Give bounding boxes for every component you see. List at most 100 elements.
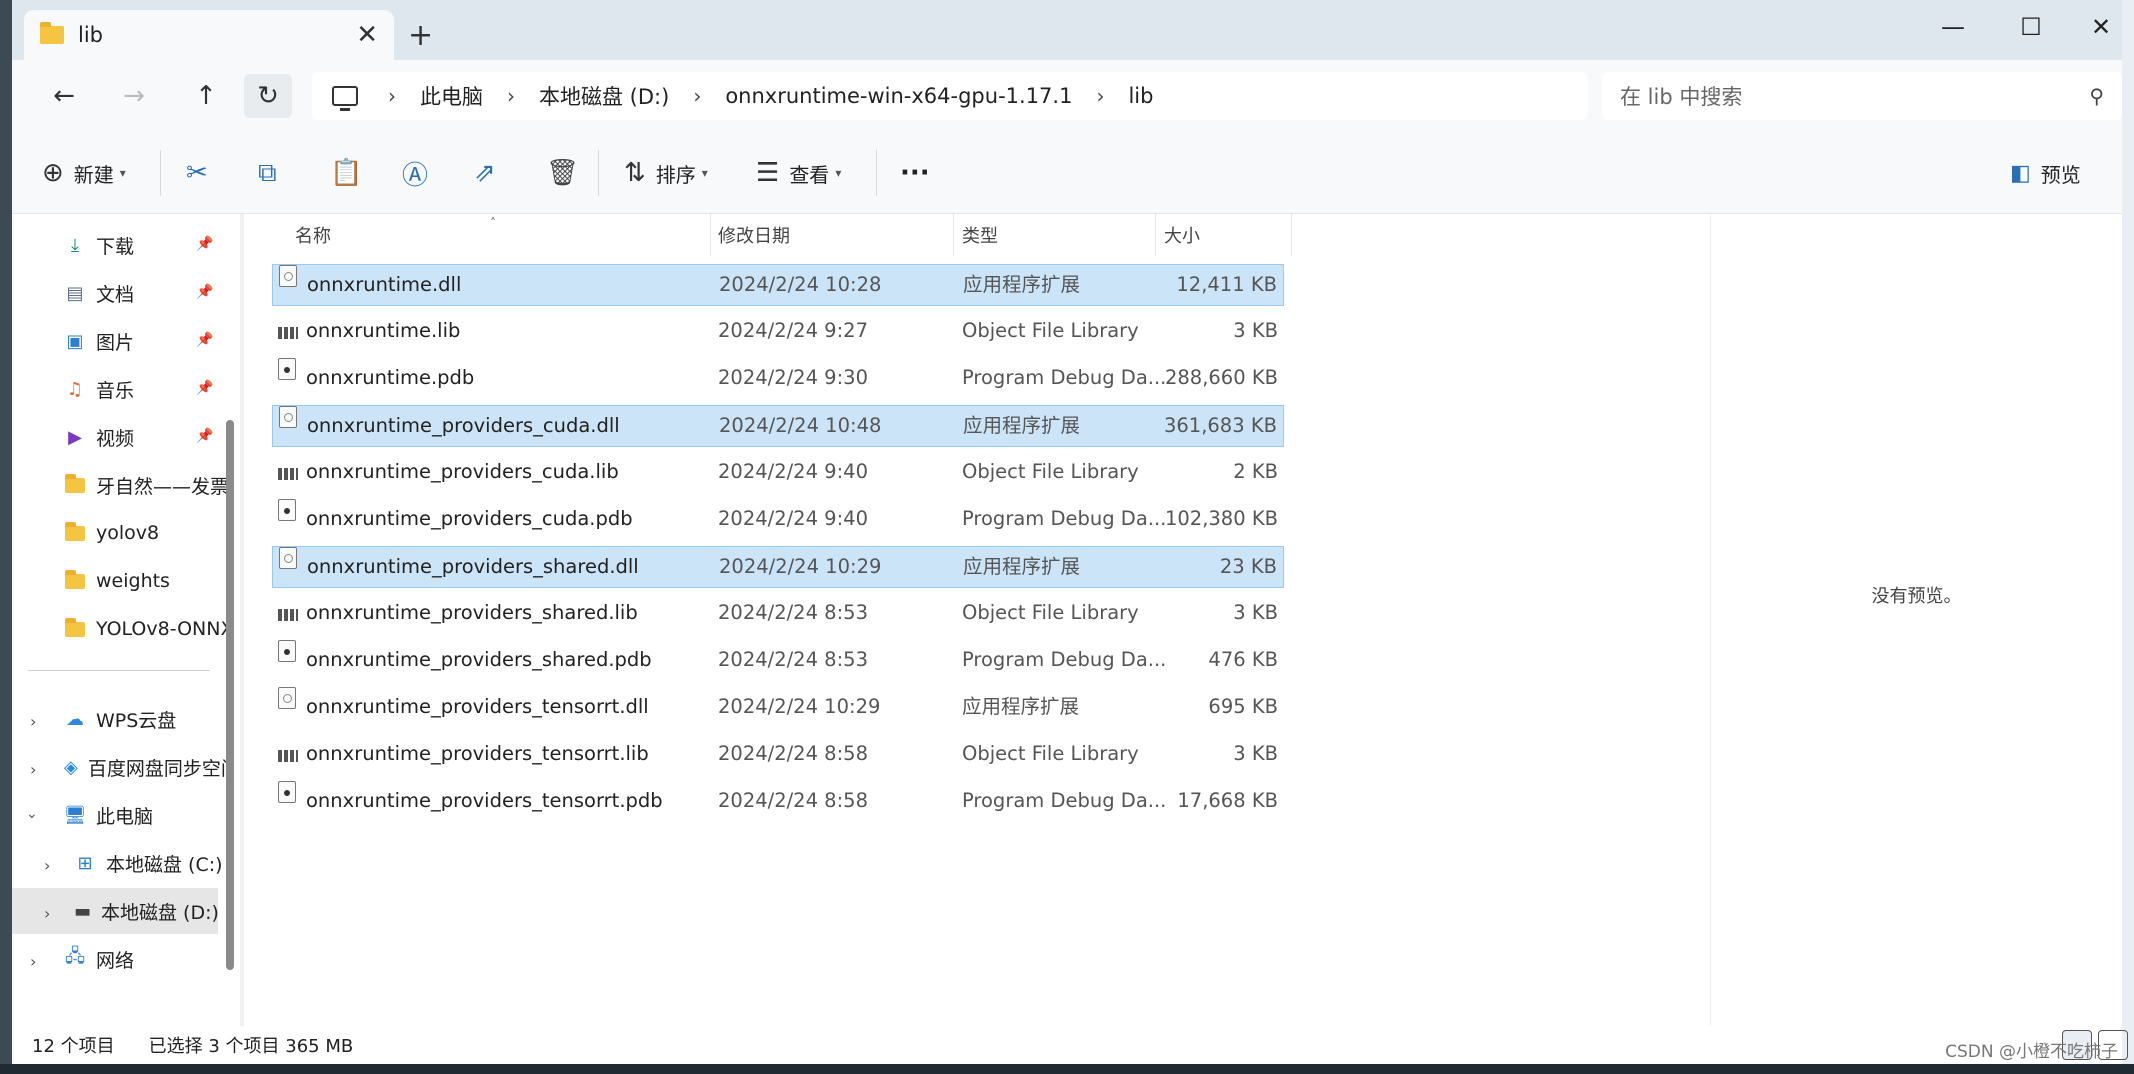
address-bar[interactable]: › 此电脑 › 本地磁盘 (D:) › onnxruntime-win-x64-…	[312, 72, 1588, 120]
chevron-right-icon[interactable]: ›	[44, 904, 50, 923]
file-size: 2 KB	[1233, 460, 1278, 483]
selection-summary: 已选择 3 个项目 365 MB	[148, 1036, 354, 1057]
file-explorer-window: lib ✕ + — ☐ ✕ ← → ↑ ↻ › 此电脑 › 本地磁盘 (D:) …	[0, 0, 2134, 1074]
cut-button[interactable]: ✂	[186, 152, 208, 194]
file-row[interactable]: onnxruntime_providers_cuda.dll 2024/2/24 …	[272, 405, 1284, 447]
minimize-button[interactable]: —	[1918, 6, 1988, 48]
sidebar-item-drive-d[interactable]: ▬ 本地磁盘 (D:)	[12, 888, 218, 934]
breadcrumb-onnxruntime[interactable]: onnxruntime-win-x64-gpu-1.17.1	[725, 84, 1072, 108]
pin-icon[interactable]: 📌	[196, 332, 234, 348]
file-row[interactable]: onnxruntime_providers_cuda.pdb 2024/2/24 …	[272, 499, 1284, 541]
column-header-date[interactable]: 修改日期	[710, 214, 954, 256]
breadcrumb-this-pc[interactable]: 此电脑	[420, 81, 483, 111]
pin-icon[interactable]: 📌	[196, 236, 234, 252]
breadcrumb-lib[interactable]: lib	[1128, 84, 1153, 108]
item-count: 12 个项目	[32, 1036, 115, 1057]
file-date: 2024/2/24 10:48	[719, 414, 882, 437]
file-row[interactable]: onnxruntime_providers_shared.lib 2024/2/2…	[272, 593, 1284, 635]
navigation-bar: ← → ↑ ↻ › 此电脑 › 本地磁盘 (D:) › onnxruntime-…	[12, 60, 2122, 132]
paste-button[interactable]: 📋	[330, 152, 362, 194]
more-options-button[interactable]: ···	[900, 152, 930, 194]
chevron-right-icon[interactable]: ›	[30, 760, 36, 779]
dll-file-icon	[279, 547, 297, 569]
sidebar-item-invoice-folder[interactable]: 牙自然——发票	[64, 462, 234, 508]
breadcrumb-chevron-icon[interactable]: ›	[1096, 84, 1104, 108]
new-button[interactable]: ⊕ 新建 ▾	[42, 152, 126, 194]
file-row[interactable]: onnxruntime_providers_cuda.lib 2024/2/24 …	[272, 452, 1284, 494]
video-icon: ▶	[68, 426, 82, 448]
refresh-button[interactable]: ↻	[244, 74, 292, 118]
back-button[interactable]: ←	[40, 74, 88, 118]
pin-icon[interactable]: 📌	[196, 284, 234, 300]
tab-lib[interactable]: lib ✕	[24, 10, 394, 60]
pdb-file-icon	[278, 781, 296, 803]
search-placeholder: 在 lib 中搜索	[1620, 85, 1743, 109]
file-row[interactable]: onnxruntime_providers_tensorrt.pdb 2024/2…	[272, 781, 1284, 823]
chevron-right-icon[interactable]: ›	[30, 952, 36, 971]
lib-file-icon	[278, 605, 298, 627]
sidebar-item-yolov8[interactable]: yolov8	[64, 510, 234, 556]
dll-file-icon	[278, 687, 296, 709]
pdb-file-icon	[278, 358, 296, 380]
column-header-size[interactable]: 大小	[1156, 214, 1292, 256]
folder-icon	[64, 617, 86, 640]
file-row[interactable]: onnxruntime_providers_tensorrt.lib 2024/2…	[272, 734, 1284, 776]
clipboard-icon: 📋	[330, 158, 363, 188]
file-date: 2024/2/24 10:29	[718, 695, 881, 718]
sort-button[interactable]: ⇅ 排序 ▾	[624, 152, 708, 194]
forward-button[interactable]: →	[110, 74, 158, 118]
file-list: 名称 ˄ 修改日期 类型 大小 onnxruntime.dll 2024/2/24…	[244, 214, 1710, 1026]
chevron-down-icon: ▾	[119, 166, 126, 180]
delete-button[interactable]: 🗑	[546, 152, 579, 194]
file-date: 2024/2/24 8:53	[718, 601, 868, 624]
file-row[interactable]: onnxruntime_providers_shared.pdb 2024/2/2…	[272, 640, 1284, 682]
folder-icon	[64, 569, 86, 592]
file-type: 应用程序扩展	[963, 414, 1081, 437]
file-name: onnxruntime.dll	[307, 273, 462, 296]
file-size: 3 KB	[1233, 319, 1278, 342]
file-row[interactable]: onnxruntime.dll 2024/2/24 10:28 应用程序扩展 12,4…	[272, 264, 1284, 306]
tab-close-button[interactable]: ✕	[356, 20, 378, 50]
chevron-right-icon[interactable]: ›	[44, 856, 50, 875]
sidebar-item-weights[interactable]: weights	[64, 558, 234, 604]
maximize-button[interactable]: ☐	[1996, 6, 2066, 48]
file-row[interactable]: onnxruntime_providers_shared.dll 2024/2/2…	[272, 546, 1284, 588]
file-row[interactable]: onnxruntime.lib 2024/2/24 9:27 Object File…	[272, 311, 1284, 353]
file-name: onnxruntime_providers_shared.lib	[306, 601, 638, 624]
share-button[interactable]: ⇗	[474, 152, 496, 194]
dll-file-icon	[279, 265, 297, 287]
file-date: 2024/2/24 9:40	[718, 460, 868, 483]
no-preview-text: 没有预览。	[1871, 586, 1962, 607]
sidebar-scrollbar[interactable]	[226, 420, 234, 970]
view-button[interactable]: ☰ 查看 ▾	[756, 152, 841, 194]
chevron-down-icon: ▾	[701, 166, 708, 180]
file-name: onnxruntime_providers_shared.dll	[307, 555, 639, 578]
sidebar-item-drive-c[interactable]: ⊞ 本地磁盘 (C:)	[74, 840, 234, 886]
copy-button[interactable]: ⧉	[258, 152, 277, 194]
pin-icon[interactable]: 📌	[196, 380, 234, 396]
chevron-down-icon[interactable]: ⌄	[26, 806, 38, 822]
chevron-right-icon[interactable]: ›	[30, 712, 36, 731]
file-row[interactable]: onnxruntime.pdb 2024/2/24 9:30 Program Deb…	[272, 358, 1284, 400]
list-view-icon: ☰	[756, 158, 780, 188]
rename-button[interactable]: Ⓐ	[402, 152, 428, 194]
dll-file-icon	[279, 406, 297, 428]
file-name: onnxruntime_providers_tensorrt.pdb	[306, 789, 663, 812]
new-tab-button[interactable]: +	[408, 18, 433, 53]
breadcrumb-chevron-icon[interactable]: ›	[693, 84, 701, 108]
close-button[interactable]: ✕	[2066, 6, 2134, 48]
sidebar-item-baidu-sync[interactable]: ◈ 百度网盘同步空间	[64, 744, 234, 790]
network-icon: 🖧	[64, 946, 86, 967]
breadcrumb-chevron-icon[interactable]: ›	[388, 84, 396, 108]
search-input[interactable]: 在 lib 中搜索 ⚲	[1602, 72, 2122, 120]
file-name: onnxruntime_providers_cuda.pdb	[306, 507, 633, 530]
file-row[interactable]: onnxruntime_providers_tensorrt.dll 2024/2…	[272, 687, 1284, 729]
sidebar-item-yolov8-onnx[interactable]: YOLOv8-ONNX	[64, 606, 234, 652]
breadcrumb-chevron-icon[interactable]: ›	[507, 84, 515, 108]
breadcrumb-drive-d[interactable]: 本地磁盘 (D:)	[539, 81, 669, 111]
column-header-type[interactable]: 类型	[954, 214, 1156, 256]
up-button[interactable]: ↑	[182, 74, 230, 118]
lib-file-icon	[278, 464, 298, 486]
column-header-name[interactable]: 名称	[287, 214, 711, 256]
preview-pane-button[interactable]: ◧ 预览	[2010, 152, 2081, 194]
